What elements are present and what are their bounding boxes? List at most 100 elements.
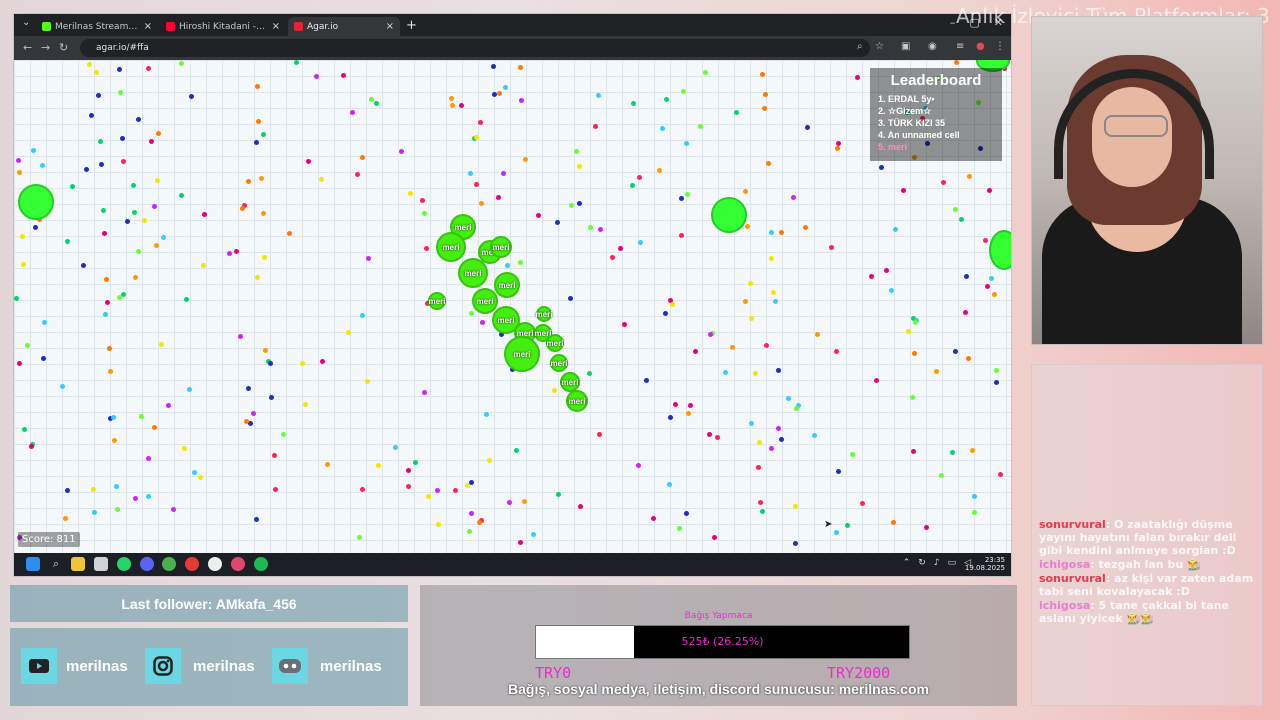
food-pellet bbox=[60, 384, 65, 389]
reload-icon[interactable]: ↻ bbox=[59, 41, 68, 54]
leaderboard-title: Leaderboard bbox=[890, 72, 982, 89]
settings-icon[interactable] bbox=[231, 557, 245, 571]
tray-chevron-icon[interactable]: ⌃ bbox=[903, 558, 911, 568]
instagram-icon bbox=[145, 648, 181, 684]
chat-text: tezgah lan bu 👨‍🌾 bbox=[1098, 558, 1201, 571]
food-pellet bbox=[989, 276, 994, 281]
food-pellet bbox=[667, 482, 672, 487]
food-pellet bbox=[262, 255, 267, 260]
avatar-icon[interactable]: ● bbox=[976, 41, 985, 52]
tab-search-icon[interactable]: ⌄ bbox=[22, 17, 30, 28]
tab-kick[interactable]: Merilnas Stream - Watch Live o × bbox=[36, 17, 158, 36]
back-icon[interactable]: ← bbox=[23, 41, 32, 54]
food-pellet bbox=[496, 195, 501, 200]
file-explorer-icon[interactable] bbox=[71, 557, 85, 571]
food-pellet bbox=[201, 263, 206, 268]
discord-taskbar-icon[interactable] bbox=[140, 557, 154, 571]
extensions-icon[interactable]: ▣ bbox=[901, 41, 910, 52]
food-pellet bbox=[98, 139, 103, 144]
menu-dots-icon[interactable]: ⋮ bbox=[995, 41, 1005, 52]
food-pellet bbox=[365, 379, 370, 384]
food-pellet bbox=[715, 435, 720, 440]
food-pellet bbox=[40, 163, 45, 168]
food-pellet bbox=[139, 414, 144, 419]
food-pellet bbox=[155, 178, 160, 183]
food-pellet bbox=[685, 192, 690, 197]
chat-messages: sonurvural: O zaataklığı düşme yayını ha… bbox=[1039, 518, 1257, 626]
tray-refresh-icon[interactable]: ↻ bbox=[918, 558, 926, 568]
food-pellet bbox=[794, 406, 799, 411]
food-pellet bbox=[769, 256, 774, 261]
agario-game-canvas[interactable]: meri meri meri meri meri meri meri meri meri meri… bbox=[14, 60, 1011, 553]
food-pellet bbox=[693, 349, 698, 354]
close-icon[interactable]: × bbox=[144, 21, 152, 32]
zoom-icon[interactable]: ⌕ bbox=[857, 41, 863, 52]
virus-cell bbox=[18, 184, 54, 220]
food-pellet bbox=[366, 256, 371, 261]
chrome-icon[interactable] bbox=[162, 557, 176, 571]
obs-icon[interactable] bbox=[185, 557, 199, 571]
food-pellet bbox=[757, 440, 762, 445]
network-icon[interactable]: ▭ bbox=[948, 558, 957, 568]
player-cell: meri bbox=[504, 336, 540, 372]
food-pellet bbox=[133, 275, 138, 280]
food-pellet bbox=[120, 136, 125, 141]
app-icon[interactable] bbox=[208, 557, 222, 571]
food-pellet bbox=[779, 437, 784, 442]
new-tab-button[interactable]: + bbox=[406, 18, 417, 33]
start-menu-icon[interactable] bbox=[26, 557, 40, 571]
food-pellet bbox=[985, 284, 990, 289]
food-pellet bbox=[657, 168, 662, 173]
spotify-icon[interactable] bbox=[254, 557, 268, 571]
taskbar-clock[interactable]: 23:35 19.08.2025 bbox=[965, 556, 1005, 572]
whatsapp-icon[interactable] bbox=[117, 557, 131, 571]
chat-username: ichigosa bbox=[1039, 599, 1091, 612]
food-pellet bbox=[469, 480, 474, 485]
food-pellet bbox=[246, 386, 251, 391]
food-pellet bbox=[552, 388, 557, 393]
food-pellet bbox=[21, 262, 26, 267]
food-pellet bbox=[422, 390, 427, 395]
profile-icon[interactable]: ◉ bbox=[928, 41, 937, 52]
tab-agario[interactable]: Agar.io × bbox=[288, 17, 400, 36]
food-pellet bbox=[346, 330, 351, 335]
tab-youtube[interactable]: Hiroshi Kitadani - We Are! × bbox=[160, 17, 286, 36]
food-pellet bbox=[479, 201, 484, 206]
food-pellet bbox=[972, 510, 977, 515]
food-pellet bbox=[360, 487, 365, 492]
food-pellet bbox=[132, 210, 137, 215]
food-pellet bbox=[29, 444, 34, 449]
food-pellet bbox=[769, 446, 774, 451]
close-icon[interactable]: × bbox=[386, 21, 394, 32]
food-pellet bbox=[734, 110, 739, 115]
close-icon[interactable]: × bbox=[272, 21, 280, 32]
leaderboard-entry: 1. ERDAL 5y• bbox=[878, 94, 935, 104]
food-pellet bbox=[234, 249, 239, 254]
food-pellet bbox=[115, 507, 120, 512]
agario-favicon-icon bbox=[294, 22, 303, 31]
taskbar-search-icon[interactable]: ⌕ bbox=[49, 557, 63, 571]
store-icon[interactable] bbox=[94, 557, 108, 571]
food-pellet bbox=[453, 488, 458, 493]
url-field[interactable]: agar.io/#ffa bbox=[80, 39, 870, 57]
url-text: agar.io/#ffa bbox=[96, 43, 149, 53]
food-pellet bbox=[501, 171, 506, 176]
food-pellet bbox=[84, 167, 89, 172]
player-cell: meri bbox=[546, 334, 564, 352]
food-pellet bbox=[519, 98, 524, 103]
clock-date: 19.08.2025 bbox=[964, 564, 1005, 572]
minimize-icon[interactable]: – bbox=[950, 16, 956, 29]
food-pellet bbox=[987, 188, 992, 193]
instagram-handle: merilnas bbox=[193, 658, 255, 675]
food-pellet bbox=[597, 432, 602, 437]
forward-icon[interactable]: → bbox=[41, 41, 50, 54]
food-pellet bbox=[166, 403, 171, 408]
microphone-icon[interactable]: ♪ bbox=[934, 558, 940, 568]
food-pellet bbox=[227, 251, 232, 256]
media-icon[interactable]: ≡ bbox=[956, 41, 964, 52]
player-cell: meri bbox=[472, 288, 498, 314]
food-pellet bbox=[320, 359, 325, 364]
food-pellet bbox=[179, 61, 184, 66]
food-pellet bbox=[261, 132, 266, 137]
bookmark-star-icon[interactable]: ☆ bbox=[875, 41, 884, 52]
